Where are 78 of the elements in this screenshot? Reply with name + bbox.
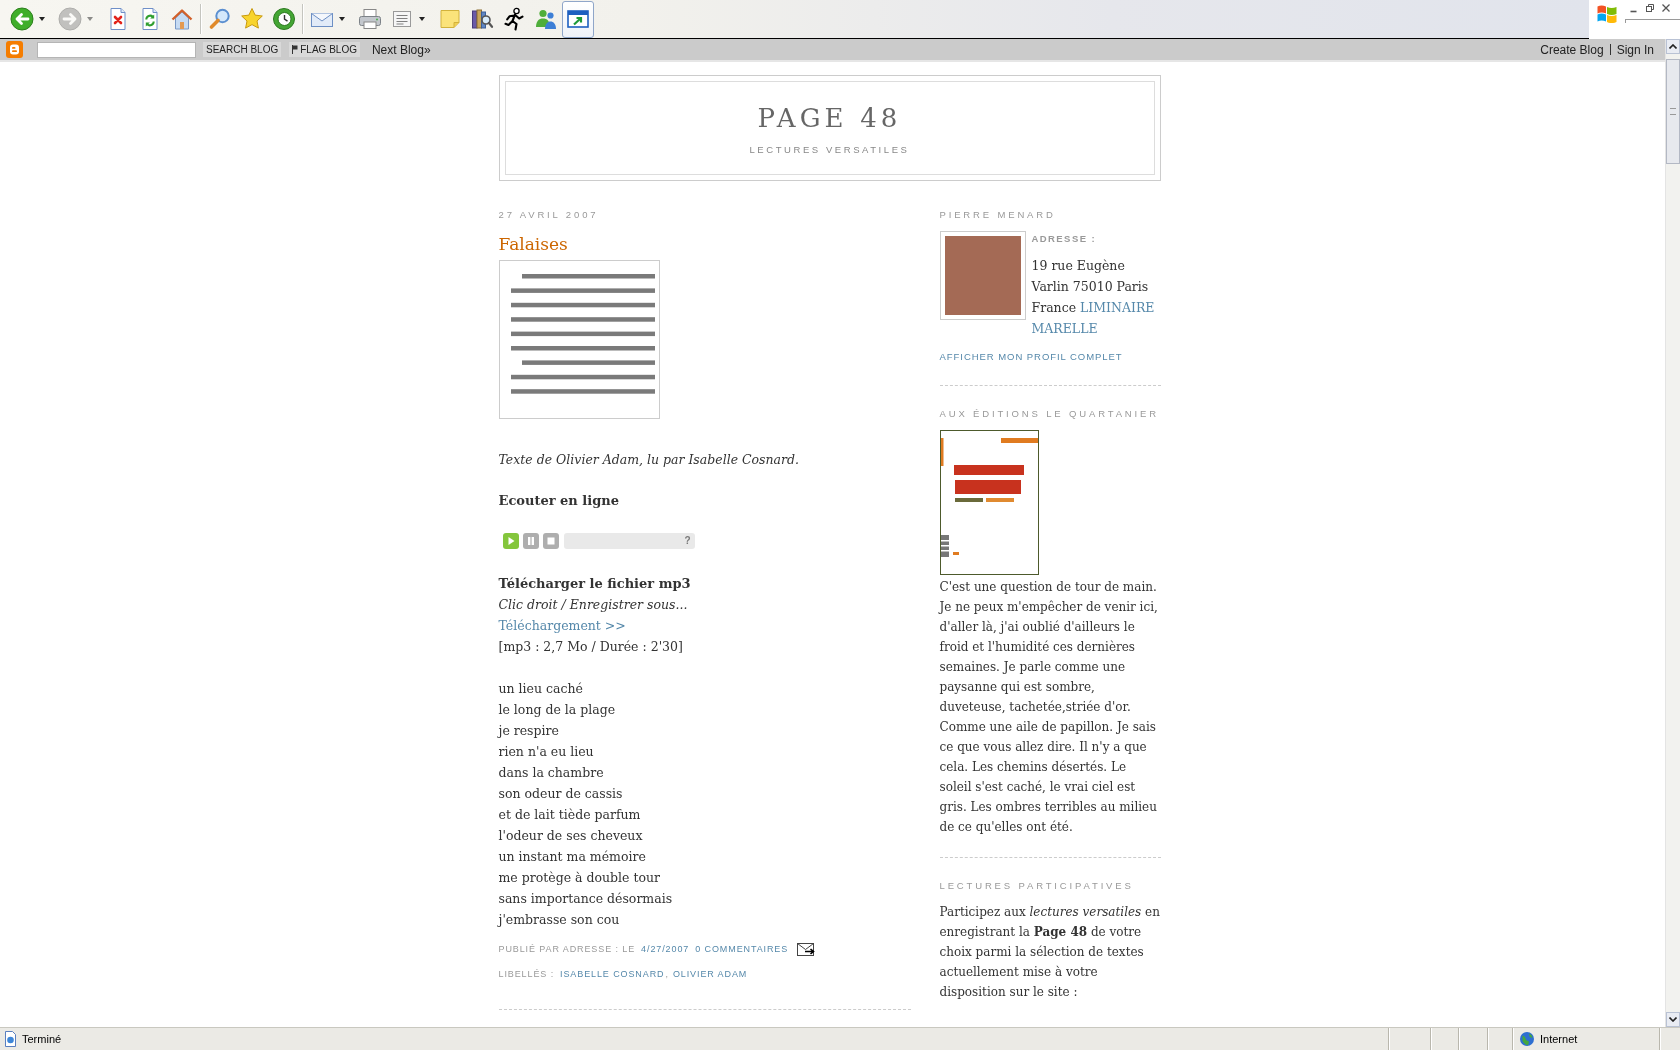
- home-icon: [170, 7, 194, 31]
- scrollbar-thumb[interactable]: [1666, 59, 1680, 164]
- flag-blog-button[interactable]: FLAG BLOG: [289, 42, 360, 57]
- status-text: Terminé: [22, 1032, 62, 1046]
- scroll-down-button[interactable]: [1666, 1012, 1680, 1027]
- create-blog-link[interactable]: Create Blog: [1540, 42, 1604, 57]
- play-button[interactable]: [502, 533, 519, 549]
- search-field[interactable]: [37, 41, 196, 58]
- profile-link[interactable]: MARELLE: [1031, 321, 1098, 336]
- note-icon: [438, 7, 462, 31]
- credit-text: Texte de Olivier Adam, lu par Isabelle Cosnard.: [498, 451, 800, 469]
- restore-icon[interactable]: [1645, 3, 1655, 13]
- close-icon[interactable]: [1661, 3, 1671, 13]
- post-title[interactable]: Falaises: [498, 232, 911, 256]
- poem-line: et de lait tiède parfum: [498, 806, 642, 824]
- poem-line: son odeur de cassis: [498, 785, 624, 803]
- poem-line: un instant ma mémoire: [498, 848, 647, 866]
- poem-line: j'embrasse son cou: [498, 911, 621, 929]
- poem-line: l'odeur de ses cheveux: [498, 827, 644, 845]
- label-link[interactable]: ISABELLE COSNARD: [560, 967, 665, 981]
- label-link[interactable]: OLIVIER ADAM: [672, 967, 748, 981]
- poem-line: me protège à double tour: [498, 869, 661, 887]
- progress-track[interactable]: ?: [563, 533, 695, 549]
- full-profile-link[interactable]: AFFICHER MON PROFIL COMPLET: [939, 350, 1123, 364]
- email-icon[interactable]: [797, 942, 816, 956]
- sidebar-heading: LECTURES PARTICIPATIVES: [939, 879, 1135, 893]
- photo-placeholder[interactable]: [939, 231, 1026, 320]
- sign-in-link[interactable]: Sign In: [1616, 42, 1654, 57]
- download-link[interactable]: Téléchargement >>: [498, 615, 626, 636]
- blog-description: LECTURES VERSATILES: [749, 144, 910, 156]
- globe-icon: [1519, 1031, 1535, 1047]
- comments-link[interactable]: 0 COMMENTAIRES: [695, 942, 789, 956]
- poem-line: sans importance désormais: [498, 890, 674, 908]
- toolbar-button[interactable]: [562, 0, 594, 38]
- logo-icon[interactable]: [6, 41, 23, 58]
- zone-text: Internet: [1540, 1032, 1578, 1046]
- label-separator: ,: [665, 968, 669, 981]
- profile-name: ADRESSE :: [1031, 232, 1098, 246]
- flag-icon: [292, 45, 299, 54]
- section-heading: Télécharger le fichier mp3: [498, 575, 692, 593]
- file-info: [mp3 : 2,7 Mo / Durée : 2'30]: [498, 638, 684, 656]
- next-blog-link[interactable]: Next Blog»: [371, 42, 431, 57]
- sidebar-text: C'est une question de tour de main. Je ne peux m'empêcher de venir ici, d'aller là, j'ai oublié d'ailleurs le froid et l'humidité ces dernières semaines. Je parle comme une paysanne qui est sombre, duveteuse, tachetée,striée d'or. Comme une aile de papillon. Je sais ce que vous allez dire. Il n'y a que cela. Les chemins désertés. Le soleil s'est caché, le vrai ciel est gris. Les ombres terribles au milieu de ce qu'elles ont été.: [939, 579, 1159, 836]
- poem-line: un lieu caché: [498, 680, 584, 698]
- byline: PUBLIÉ PAR ADRESSE : LE: [498, 943, 636, 956]
- page-icon: [3, 1031, 19, 1047]
- clock-icon: [272, 7, 296, 31]
- profile-link[interactable]: LIMINAIRE: [1080, 300, 1155, 315]
- section-heading: Ecouter en ligne: [498, 492, 621, 510]
- waving-flag-icon: [1596, 3, 1618, 23]
- people-icon: [534, 7, 558, 31]
- sidebar-heading: PIERRE MENARD: [939, 208, 1057, 222]
- printer-icon: [358, 7, 382, 31]
- pause-button[interactable]: [522, 533, 539, 549]
- sidebar-text: Participez aux lectures versatiles en enregistrant la Page 48 de votre choix parmi la sélection de textes actuellement mise à votre disposition sur le site :: [939, 904, 1161, 1001]
- post-date-link[interactable]: 4/27/2007: [641, 942, 690, 956]
- book-cover-drawing[interactable]: [939, 430, 1039, 575]
- help-link[interactable]: ?: [684, 535, 691, 547]
- labels-caption: LIBELLÉS :: [498, 968, 555, 981]
- running-man-icon: [502, 7, 526, 31]
- date-header: 27 AVRIL 2007: [498, 208, 600, 222]
- hint-text: Clic droit / Enregistrer sous...: [498, 596, 689, 614]
- search-icon: [208, 7, 232, 31]
- profile-text: 19 rue Eugène Varlin 75010 Paris France LIMINAIRE MARELLE: [1031, 257, 1156, 338]
- stop-square-icon: [546, 537, 555, 545]
- poem-line: rien n'a eu lieu: [498, 743, 595, 761]
- poem-line: le long de la plage: [498, 701, 617, 719]
- star-icon: [240, 7, 264, 31]
- poem-line: je respire: [498, 722, 560, 740]
- play-icon: [506, 537, 515, 545]
- books-icon: [470, 7, 494, 31]
- poem-line: dans la chambre: [498, 764, 605, 782]
- pause-icon: [526, 537, 535, 545]
- blog-title[interactable]: PAGE 48: [757, 102, 902, 134]
- stop-button[interactable]: [542, 533, 559, 549]
- scroll-up-button[interactable]: [1666, 39, 1680, 54]
- sidebar-heading: AUX ÉDITIONS LE QUARTANIER: [939, 407, 1160, 421]
- search-blog-button[interactable]: SEARCH BLOG: [203, 42, 282, 57]
